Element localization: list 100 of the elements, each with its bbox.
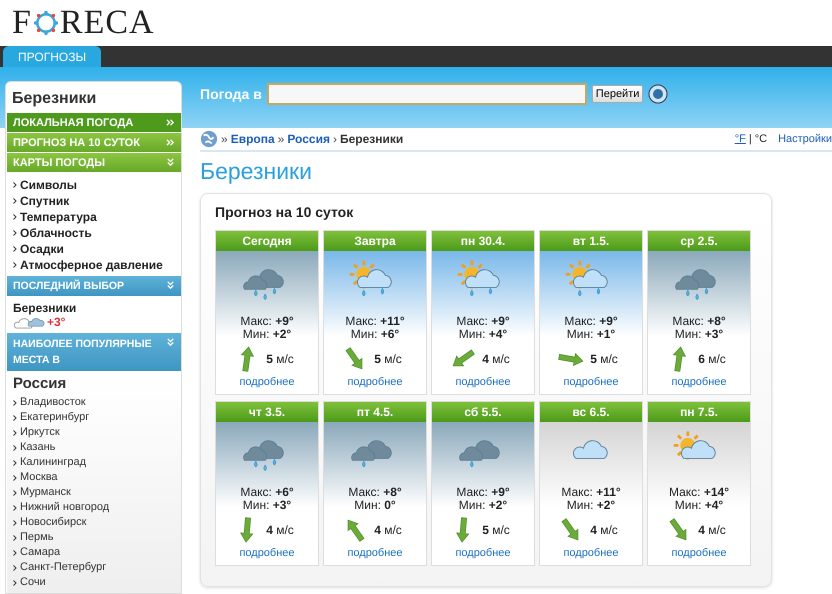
- city-link[interactable]: Владивосток: [20, 395, 86, 410]
- double-chevron-down-icon: [166, 158, 175, 167]
- chevron-right-icon: [13, 198, 17, 204]
- double-chevron-right-icon: [166, 138, 175, 147]
- max-temperature: Макс: +11°: [345, 315, 405, 328]
- min-temperature: Мин: +3°: [674, 328, 724, 341]
- min-temperature: Мин: +2°: [242, 328, 292, 341]
- breadcrumb-item[interactable]: Россия: [287, 132, 330, 146]
- max-temperature: Макс: +9°: [456, 315, 510, 328]
- day-header: вс 6.5.: [540, 402, 642, 422]
- details-link[interactable]: подробнее: [347, 547, 403, 559]
- max-temperature: Макс: +9°: [456, 486, 510, 499]
- chevron-right-icon: [13, 262, 17, 268]
- map-link[interactable]: Осадки: [20, 241, 64, 257]
- celsius-label: °C: [754, 133, 768, 145]
- country-heading: Россия: [13, 375, 68, 392]
- breadcrumb-separator: »: [221, 132, 228, 146]
- day-header: вт 1.5.: [540, 231, 642, 251]
- max-temperature: Макс: +9°: [564, 315, 618, 328]
- page-title: Березники: [200, 158, 313, 185]
- logo-text[interactable]: RECA: [60, 4, 155, 42]
- chevron-right-icon: [13, 460, 17, 466]
- chevron-right-icon: [13, 490, 17, 496]
- details-link[interactable]: подробнее: [671, 547, 727, 559]
- details-link[interactable]: подробнее: [347, 376, 403, 388]
- details-link[interactable]: подробнее: [563, 376, 619, 388]
- min-temperature: Мин: +1°: [566, 328, 616, 341]
- sun-ring-icon: [32, 10, 59, 36]
- temperature-text: +3°: [47, 315, 66, 329]
- search-label: Погода в: [200, 86, 262, 102]
- go-button[interactable]: Перейти: [592, 85, 644, 103]
- breadcrumb-item: Березники: [340, 132, 404, 146]
- map-link[interactable]: Облачность: [20, 225, 92, 241]
- max-temperature: Макс: +14°: [668, 486, 729, 499]
- city-link[interactable]: Иркутск: [20, 425, 60, 440]
- forecast-title: Прогноз на 10 суток: [215, 204, 354, 220]
- city-link[interactable]: Сочи: [20, 575, 46, 590]
- max-temperature: Макс: +11°: [561, 486, 621, 499]
- chevron-right-icon: [13, 564, 17, 570]
- details-link[interactable]: подробнее: [239, 376, 295, 388]
- map-link[interactable]: Атмосферное давление: [20, 257, 163, 273]
- recent-city-link[interactable]: Березники: [13, 301, 175, 315]
- map-link[interactable]: Температура: [20, 209, 97, 225]
- chevron-right-icon: [13, 414, 17, 420]
- chevron-right-icon: [13, 444, 17, 450]
- chevron-right-icon: [13, 534, 17, 540]
- chevron-right-icon: [13, 400, 17, 406]
- day-header: чт 3.5.: [216, 402, 318, 422]
- day-header: пн 7.5.: [648, 402, 750, 422]
- double-chevron-down-icon: [166, 338, 175, 347]
- max-temperature: Макс: +8°: [672, 315, 726, 328]
- wind-speed: 4 м/с: [266, 523, 294, 537]
- fahrenheit-link[interactable]: °F: [734, 133, 746, 145]
- wind-speed: 6 м/с: [698, 352, 726, 366]
- double-chevron-down-icon: [166, 281, 175, 290]
- wind-speed: 5 м/с: [266, 352, 294, 366]
- city-link[interactable]: Санкт-Петербург: [20, 560, 106, 575]
- chevron-right-icon: [13, 520, 17, 526]
- city-link[interactable]: Екатеринбург: [20, 410, 90, 425]
- breadcrumb-separator: ›: [332, 132, 337, 146]
- wind-speed: 4 м/с: [482, 352, 510, 366]
- min-temperature: Мин: +2°: [566, 499, 616, 512]
- sidebar-title: Березники: [11, 89, 98, 109]
- search-field[interactable]: [266, 83, 587, 105]
- max-temperature: Макс: +9°: [240, 315, 294, 328]
- menu-item[interactable]: ЛОКАЛЬНАЯ ПОГОДА: [7, 113, 181, 132]
- logo-text[interactable]: F: [12, 4, 32, 42]
- city-link[interactable]: Пермь: [20, 530, 54, 545]
- chevron-right-icon: [13, 214, 17, 220]
- wind-speed: 4 м/с: [590, 523, 618, 537]
- details-link[interactable]: подробнее: [239, 547, 295, 559]
- map-link[interactable]: Спутник: [20, 193, 70, 209]
- chevron-right-icon: [13, 580, 17, 586]
- min-temperature: Мин: 0°: [354, 499, 396, 512]
- min-temperature: Мин: +3°: [242, 499, 292, 512]
- details-link[interactable]: подробнее: [455, 547, 511, 559]
- details-link[interactable]: подробнее: [671, 376, 727, 388]
- city-link[interactable]: Нижний новгород: [20, 500, 110, 515]
- city-link[interactable]: Казань: [20, 440, 56, 455]
- city-link[interactable]: Калининград: [20, 455, 86, 470]
- cloud-icon: [13, 316, 45, 328]
- day-header: Сегодня: [216, 231, 318, 251]
- breadcrumb-item[interactable]: Европа: [230, 132, 275, 146]
- double-chevron-right-icon: [166, 118, 175, 127]
- details-link[interactable]: подробнее: [455, 376, 511, 388]
- chevron-right-icon: [13, 474, 17, 480]
- city-link[interactable]: Новосибирск: [20, 515, 86, 530]
- city-link[interactable]: Самара: [20, 545, 60, 560]
- wind-speed: 5 м/с: [374, 352, 402, 366]
- settings-link[interactable]: Настройки: [778, 133, 832, 145]
- breadcrumb-separator: »: [278, 132, 284, 146]
- wind-speed: 5 м/с: [482, 523, 510, 537]
- map-link[interactable]: Символы: [20, 177, 78, 193]
- details-link[interactable]: подробнее: [563, 547, 619, 559]
- day-header: пн 30.4.: [432, 231, 534, 251]
- city-link[interactable]: Мурманск: [20, 485, 71, 500]
- min-temperature: Мин: +4°: [458, 328, 508, 341]
- day-header: пт 4.5.: [324, 402, 426, 422]
- city-link[interactable]: Москва: [20, 470, 58, 485]
- min-temperature: Мин: +4°: [674, 499, 724, 512]
